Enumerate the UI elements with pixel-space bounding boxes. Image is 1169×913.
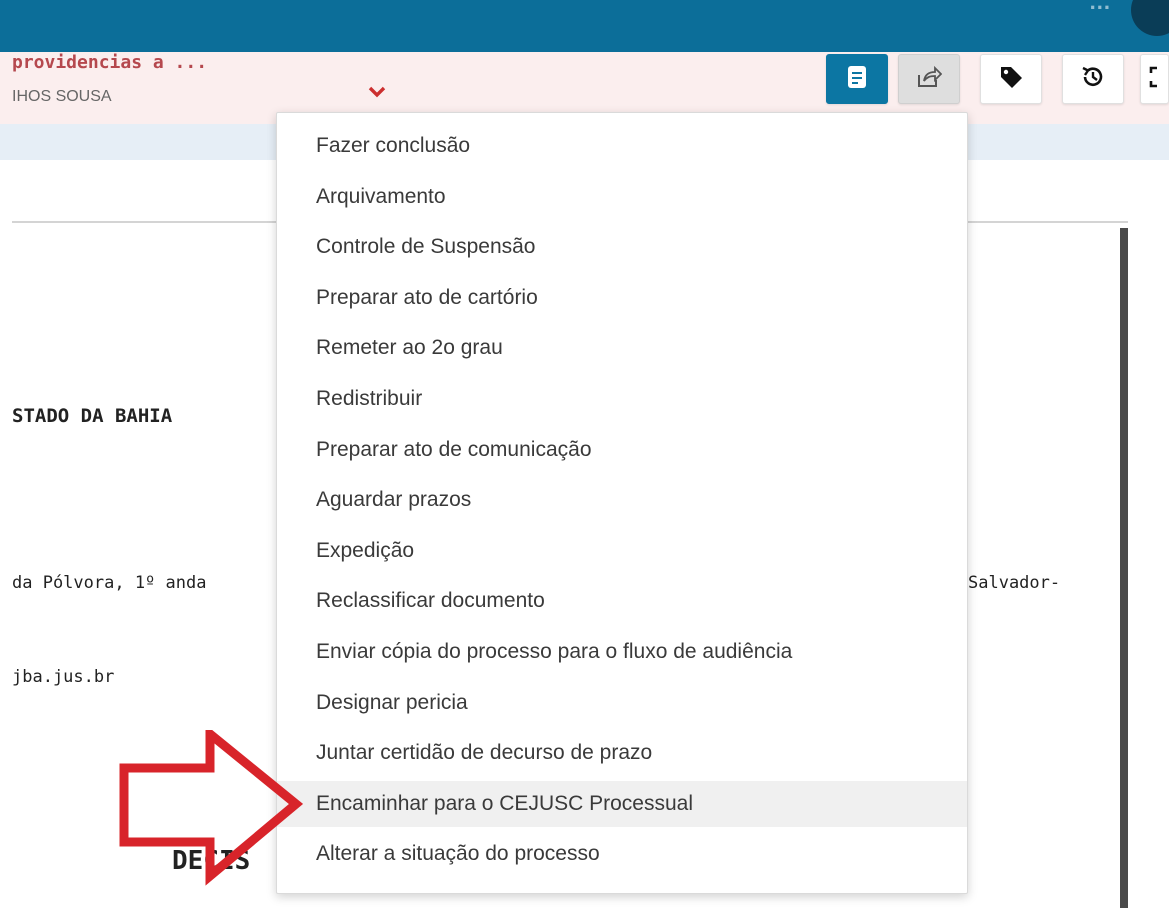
expand-icon <box>1149 65 1165 94</box>
document-address: da Pólvora, 1º anda <box>12 573 207 593</box>
document-icon <box>846 65 868 94</box>
menu-item[interactable]: Remeter ao 2o grau <box>277 325 967 371</box>
task-subtitle: IHOS SOUSA <box>12 88 112 105</box>
menu-item[interactable]: Designar pericia <box>277 680 967 726</box>
expand-button[interactable] <box>1140 54 1169 104</box>
document-scroll-edge <box>1120 228 1128 908</box>
share-button[interactable] <box>898 54 960 104</box>
document-email: jba.jus.br <box>12 667 115 687</box>
tag-icon <box>998 64 1024 95</box>
menu-item[interactable]: Fazer conclusão <box>277 123 967 169</box>
menu-item[interactable]: Controle de Suspensão <box>277 224 967 270</box>
task-title: providencias a ... <box>12 52 208 73</box>
tag-button[interactable] <box>980 54 1042 104</box>
menu-item[interactable]: Preparar ato de comunicação <box>277 427 967 473</box>
chevron-down-icon[interactable] <box>368 82 386 103</box>
actions-menu: Fazer conclusão Arquivamento Controle de S… <box>276 112 968 894</box>
menu-item[interactable]: Enviar cópia do processo para o fluxo de… <box>277 629 967 675</box>
menu-item[interactable]: Arquivamento <box>277 174 967 220</box>
menu-item[interactable]: Preparar ato de cartório <box>277 275 967 321</box>
avatar[interactable] <box>1131 0 1169 36</box>
menu-item[interactable]: Aguardar prazos <box>277 477 967 523</box>
menu-item[interactable]: Expedição <box>277 528 967 574</box>
top-bar: ... <box>0 0 1169 52</box>
history-icon <box>1080 64 1106 95</box>
history-button[interactable] <box>1062 54 1124 104</box>
menu-item[interactable]: Alterar a situação do processo <box>277 831 967 877</box>
menu-item[interactable]: Encaminhar para o CEJUSC Processual <box>277 780 967 827</box>
share-icon <box>916 65 943 94</box>
user-name: ... <box>1089 0 1111 14</box>
menu-item[interactable]: Reclassificar documento <box>277 578 967 624</box>
document-city: Salvador- <box>968 573 1061 593</box>
document-heading: STADO DA BAHIA <box>12 405 173 427</box>
red-arrow-icon <box>119 730 303 886</box>
menu-item[interactable]: Redistribuir <box>277 376 967 422</box>
document-button[interactable] <box>826 54 888 104</box>
menu-item[interactable]: Juntar certidão de decurso de prazo <box>277 730 967 776</box>
